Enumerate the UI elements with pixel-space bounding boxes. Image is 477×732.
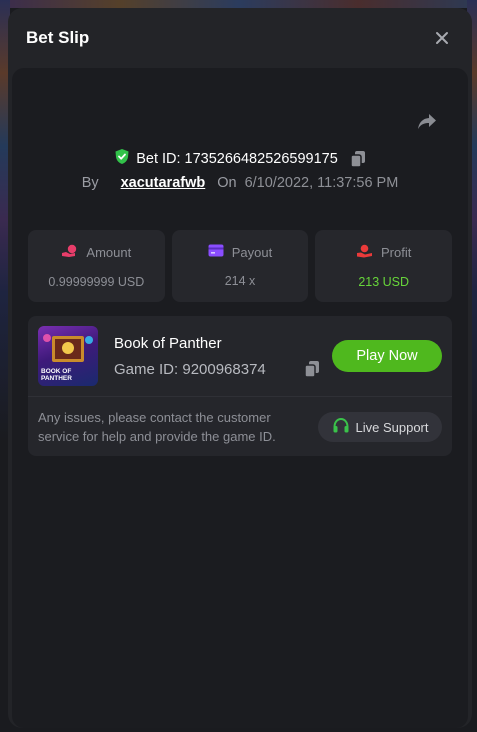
bet-stats: Amount 0.99999999 USD Payout 214 x Profi… (28, 230, 453, 302)
bet-slip-modal: Bet Slip Bet ID: 1735266482526599175 By … (8, 8, 472, 728)
verified-shield-icon (114, 148, 130, 169)
stat-payout: Payout 214 x (171, 230, 309, 302)
amount-icon (61, 244, 78, 261)
bet-date: 6/10/2022, 11:37:56 PM (244, 175, 399, 191)
game-id: Game ID: 9200968374 (114, 361, 266, 378)
copy-bet-id-icon[interactable] (350, 150, 366, 168)
headset-icon (332, 417, 350, 438)
thumb-caption: BOOK OF PANTHER (41, 368, 72, 382)
bet-id-label: Bet ID: (136, 150, 181, 167)
live-support-label: Live Support (355, 419, 429, 435)
payout-value: 214 x (224, 274, 256, 288)
payout-label: Payout (231, 244, 273, 260)
share-icon[interactable] (416, 110, 438, 132)
profit-label: Profit (381, 244, 412, 260)
live-support-button[interactable]: Live Support (318, 412, 442, 442)
copy-game-id-icon[interactable] (304, 360, 320, 378)
bet-details-panel: Bet ID: 1735266482526599175 By xacutaraf… (12, 68, 468, 728)
payout-icon (208, 244, 224, 260)
amount-value: 0.99999999 USD (48, 274, 145, 289)
bet-id-value: 1735266482526599175 (184, 150, 338, 167)
stat-amount: Amount 0.99999999 USD (28, 230, 165, 302)
divider (28, 396, 452, 397)
modal-header: Bet Slip (8, 8, 472, 68)
stat-profit: Profit 213 USD (315, 230, 453, 302)
game-name: Book of Panther (114, 335, 222, 352)
on-label: On (217, 175, 237, 191)
username-link[interactable]: xacutarafwb (121, 175, 206, 191)
by-label: By (81, 175, 99, 191)
background-tiles-top (0, 0, 477, 8)
modal-title: Bet Slip (26, 28, 90, 47)
profit-value: 213 USD (358, 274, 410, 289)
profit-icon (356, 244, 373, 261)
amount-label: Amount (86, 244, 132, 260)
game-thumbnail[interactable]: BOOK OF PANTHER (38, 326, 98, 386)
bet-meta-row: By xacutarafwb On 6/10/2022, 11:37:56 PM (12, 175, 468, 191)
play-now-button[interactable]: Play Now (332, 340, 442, 372)
bet-id-row: Bet ID: 1735266482526599175 (12, 148, 468, 169)
close-icon[interactable] (430, 26, 454, 50)
support-notice: Any issues, please contact the customer … (38, 410, 276, 444)
game-card: BOOK OF PANTHER Book of Panther Game ID:… (28, 316, 452, 456)
